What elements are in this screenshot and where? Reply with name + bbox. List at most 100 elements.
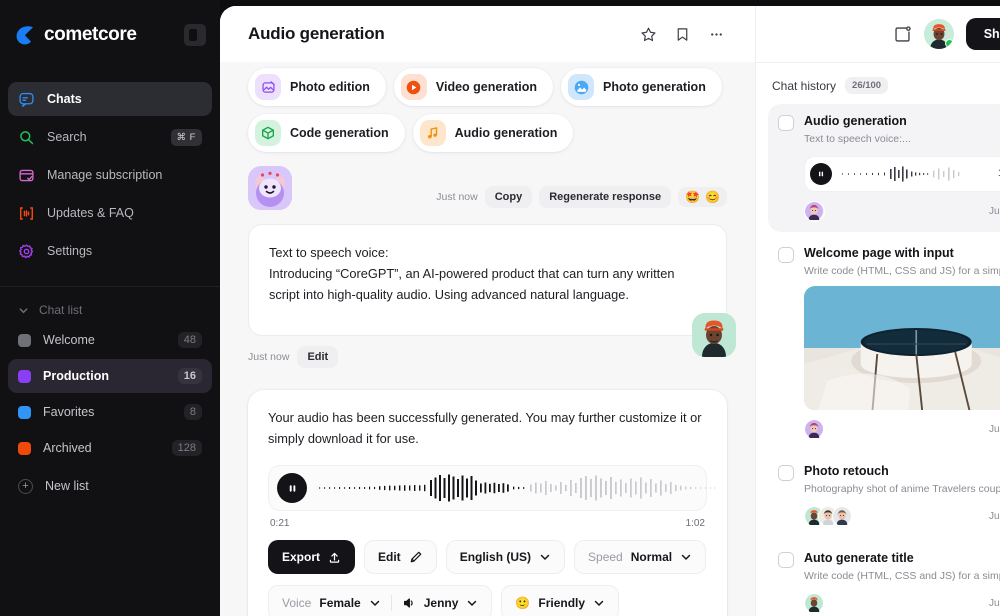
reaction-star-struck[interactable]: 🤩 [685, 190, 700, 204]
export-button[interactable]: Export [268, 540, 356, 575]
sidebar-divider [0, 286, 220, 287]
chip-label: Code generation [290, 126, 389, 140]
chip-label: Audio generation [454, 126, 558, 140]
list-item-label: Production [43, 369, 109, 383]
sidebar-item-manage-subscription[interactable]: Manage subscription [8, 158, 212, 192]
bot-message-row: Just now Copy Regenerate response 🤩 😊 [220, 152, 755, 210]
audio-player[interactable] [268, 465, 716, 512]
edit-label: Edit [378, 550, 401, 565]
chip-label: Photo generation [603, 80, 706, 94]
pencil-icon [410, 551, 422, 563]
new-list-button[interactable]: + New list [8, 469, 212, 503]
audio-controls-row-1: Export Edit English (US) Speed Normal [268, 540, 707, 575]
user-timestamp: Just now [248, 351, 290, 364]
sidebar-nav: Chats Search ⌘ F Manage subscription Upd… [0, 82, 220, 272]
sidebar-item-label: Search [47, 130, 87, 144]
chevron-down-icon [681, 555, 691, 561]
chip-code-generation[interactable]: Code generation [248, 114, 405, 152]
voice-select[interactable]: Voice Female Jenny [268, 585, 493, 616]
chat-history-panel: Share Chat history 26/100 Audio generati… [755, 6, 1000, 616]
history-item-subtitle: Write code (HTML, CSS and JS) for a simp… [804, 570, 1000, 583]
edit-audio-button[interactable]: Edit [364, 540, 437, 575]
brand-row: cometcore [0, 14, 220, 54]
history-avatars [804, 419, 825, 441]
search-shortcut: ⌘ F [170, 128, 202, 146]
chip-photo-generation[interactable]: Photo generation [561, 68, 722, 106]
history-thumbnail[interactable] [804, 286, 1000, 411]
sidebar-item-chats[interactable]: Chats [8, 82, 212, 116]
conversation-scroll[interactable]: Photo edition Video generation Photo gen… [220, 62, 755, 616]
history-item-subtitle: Write code (HTML, CSS and JS) for a simp… [804, 264, 1000, 277]
language-label: English (US) [459, 550, 532, 565]
list-item-label: Archived [43, 441, 92, 455]
chip-audio-generation[interactable]: Audio generation [412, 114, 574, 152]
history-item-photo-retouch[interactable]: Photo retouch Photography shot of anime … [768, 454, 1000, 537]
language-select[interactable]: English (US) [445, 540, 566, 575]
history-timestamp: Just now [989, 205, 1000, 217]
regenerate-response-button[interactable]: Regenerate response [539, 186, 672, 208]
pause-icon[interactable] [277, 473, 307, 504]
video-play-icon [400, 74, 427, 100]
chip-photo-edition[interactable]: Photo edition [248, 68, 386, 106]
export-label: Export [282, 550, 321, 565]
chat-list-section-header[interactable]: Chat list [0, 297, 220, 323]
history-item-audio-generation[interactable]: Audio generation Text to speech voice:..… [768, 104, 1000, 232]
star-icon[interactable] [631, 17, 665, 51]
music-note-icon [419, 120, 446, 146]
user-message-bubble: Text to speech voice: Introducing “CoreG… [248, 224, 736, 358]
audio-note: Your audio has been successfully generat… [268, 410, 702, 446]
sidebar-item-updates-faq[interactable]: Updates & FAQ [8, 196, 212, 230]
list-item-count: 8 [183, 404, 202, 420]
online-status-dot [944, 39, 954, 48]
chevron-down-icon [468, 601, 477, 607]
avatar[interactable] [923, 19, 954, 49]
history-item-auto-generate-title[interactable]: Auto generate title Write code (HTML, CS… [768, 541, 1000, 616]
history-mini-player[interactable]: 1:02 [804, 155, 1000, 192]
bot-message-actions: Just now Copy Regenerate response 🤩 😊 [436, 166, 727, 208]
list-item-production[interactable]: Production 16 [8, 359, 212, 393]
reaction-buttons[interactable]: 🤩 😊 [678, 187, 727, 207]
history-timestamp: Just now [989, 511, 1000, 523]
list-item-favorites[interactable]: Favorites 8 [8, 395, 212, 429]
history-item-welcome-page[interactable]: Welcome page with input Write code (HTML… [768, 236, 1000, 451]
speed-select[interactable]: Speed Normal [574, 540, 707, 575]
edit-message-button[interactable]: Edit [297, 346, 339, 369]
sidebar-item-settings[interactable]: Settings [8, 234, 212, 268]
audio-waveform[interactable] [317, 473, 717, 503]
voice-gender: Female [319, 596, 361, 611]
right-header: Share [756, 6, 1000, 62]
panel-toggle-icon[interactable] [184, 24, 206, 46]
sidebar-item-search[interactable]: Search ⌘ F [8, 120, 212, 154]
share-button[interactable]: Share [965, 18, 1000, 50]
history-item-checkbox[interactable] [778, 552, 794, 569]
history-item-checkbox[interactable] [778, 246, 794, 263]
bookmark-icon[interactable] [665, 17, 699, 51]
audio-times: 0:21 1:02 [268, 511, 707, 529]
card-check-icon [18, 167, 35, 184]
sidebar-item-label: Settings [47, 244, 93, 258]
audio-current-time: 0:21 [270, 518, 290, 530]
speaker-icon [403, 598, 413, 608]
history-item-checkbox[interactable] [778, 465, 794, 482]
pause-icon[interactable] [810, 162, 832, 185]
reaction-smile[interactable]: 😊 [705, 190, 720, 204]
comet-logo-icon [14, 24, 36, 46]
voice-prefix: Voice [282, 596, 312, 611]
list-item-welcome[interactable]: Welcome 48 [8, 323, 212, 357]
chat-history-list[interactable]: Audio generation Text to speech voice:..… [756, 104, 1000, 616]
list-item-archived[interactable]: Archived 128 [8, 431, 212, 465]
tone-select[interactable]: 🙂 Friendly [501, 585, 620, 616]
new-note-icon[interactable] [893, 25, 912, 44]
list-item-label: Welcome [43, 333, 95, 347]
history-item-checkbox[interactable] [778, 115, 794, 131]
bot-avatar [248, 166, 292, 210]
copy-button[interactable]: Copy [484, 186, 533, 208]
tone-label: Friendly [538, 596, 586, 611]
brand-name: cometcore [44, 24, 137, 45]
chip-video-generation[interactable]: Video generation [393, 68, 554, 106]
chevron-down-icon [19, 307, 28, 313]
ellipsis-icon[interactable] [699, 17, 733, 51]
history-timestamp: Just now [989, 597, 1000, 609]
conversation-column: Audio generation Photo edition Video gen… [220, 6, 755, 616]
chevron-down-icon [370, 601, 379, 607]
